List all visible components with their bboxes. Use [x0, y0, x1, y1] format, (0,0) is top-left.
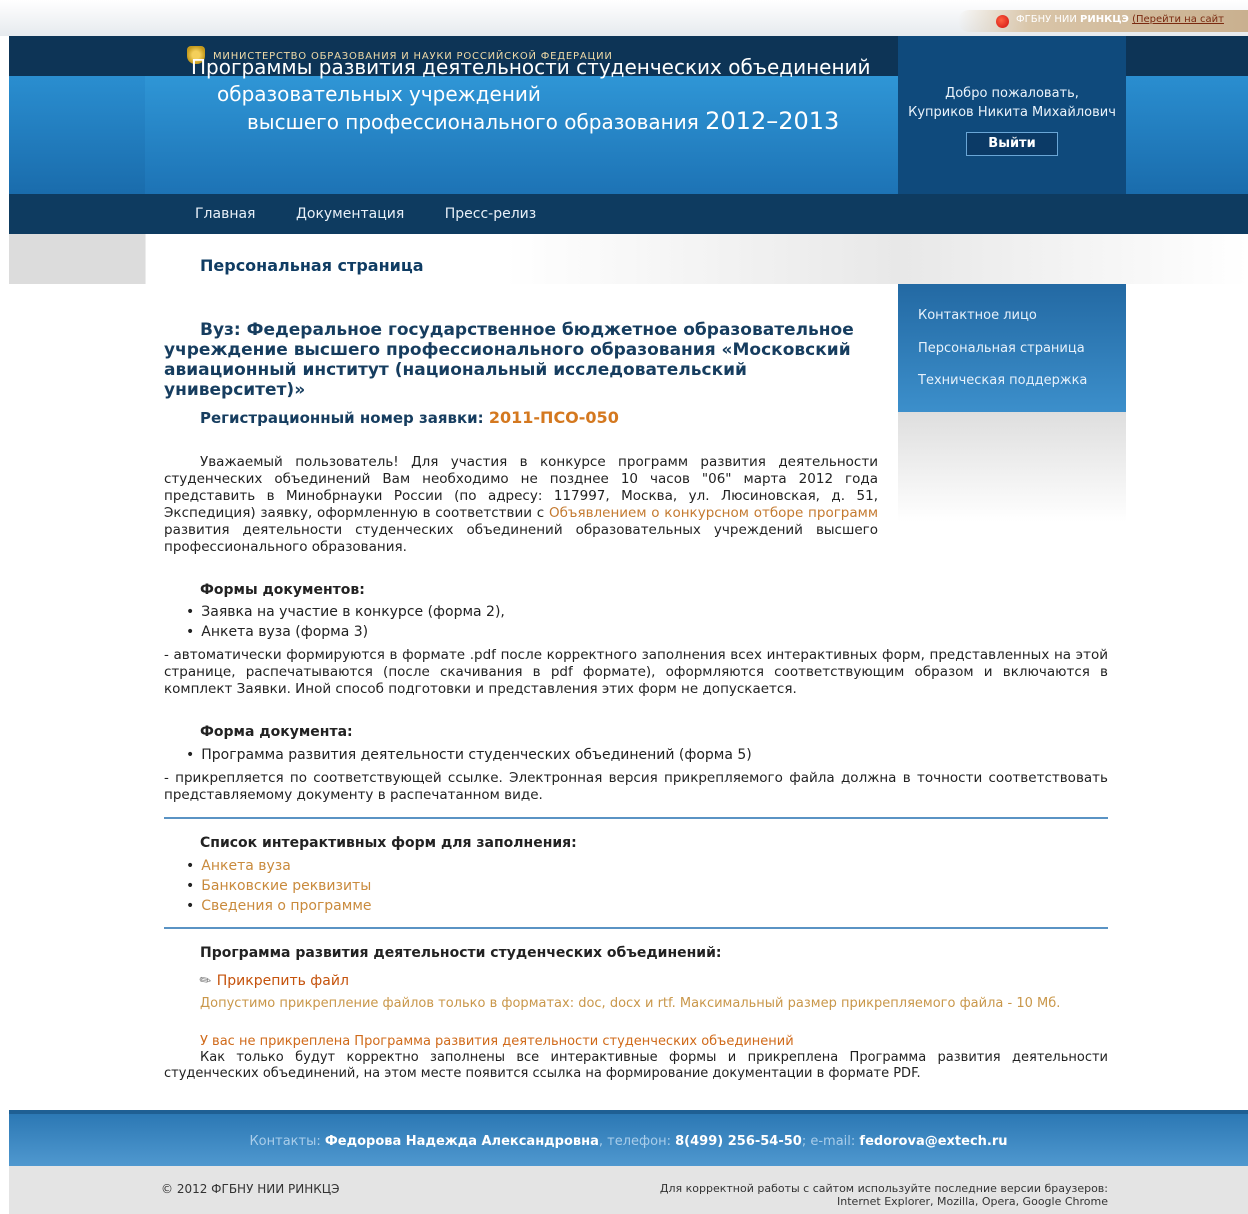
forms-note: - автоматически формируются в формате .p… — [164, 647, 1108, 697]
attach-note: Допустимо прикрепление файлов только в ф… — [200, 996, 1061, 1011]
side-menu: Контактное лицо Персональная страница Те… — [898, 284, 1126, 412]
attach-warning: У вас не прикреплена Программа развития … — [200, 1034, 794, 1049]
list-item: Программа развития деятельности студенче… — [186, 745, 752, 765]
logout-button[interactable]: Выйти — [966, 132, 1058, 156]
contact-phone: 8(499) 256-54-50 — [675, 1134, 802, 1149]
side-menu-personal-page[interactable]: Персональная страница — [918, 341, 1085, 356]
browser-note-line1: Для корректной работы с сайтом используй… — [659, 1182, 1108, 1195]
footer-contacts-bar: Контакты: Федорова Надежда Александровна… — [9, 1110, 1248, 1166]
footer-bottom: © 2012 ФГБНУ НИИ РИНКЦЭ Для корректной р… — [9, 1166, 1248, 1214]
contact-email[interactable]: fedorova@extech.ru — [859, 1134, 1007, 1149]
contact-name: Федорова Надежда Александровна — [324, 1134, 599, 1149]
institute-link-bar: ФГБНУ НИИ РИНКЦЭ (Перейти на сайт — [958, 10, 1248, 32]
intro-text-after: развития деятельности студенческих объед… — [164, 522, 878, 555]
site-title-line1: Программы развития деятельности студенче… — [191, 55, 871, 79]
site-title-line2: образовательных учреждений — [217, 82, 541, 106]
registration-label: Регистрационный номер заявки: — [200, 409, 484, 427]
nav-item-home[interactable]: Главная — [195, 206, 255, 222]
attach-file-button[interactable]: ✎Прикрепить файл — [196, 971, 349, 991]
registration-value: 2011-ПСО-050 — [488, 408, 619, 427]
link-bank-details[interactable]: Банковские реквизиты — [186, 876, 372, 896]
program-heading: Программа развития деятельности студенче… — [200, 945, 722, 961]
page-title-bar: Персональная страница — [9, 234, 1248, 284]
institute-name-bold: РИНКЦЭ — [1080, 14, 1129, 25]
browser-note-line2: Internet Explorer, Mozilla, Opera, Googl… — [837, 1195, 1108, 1208]
final-note: Как только будут корректно заполнены все… — [164, 1050, 1108, 1081]
link-program-info[interactable]: Сведения о программе — [186, 896, 371, 916]
phone-label: , телефон: — [598, 1134, 671, 1149]
divider — [164, 817, 1108, 819]
interactive-forms-list: Анкета вуза Банковские реквизиты Сведени… — [186, 856, 372, 916]
nav-bar: Главная Документация Пресс-релиз — [9, 194, 1248, 234]
divider — [164, 927, 1108, 929]
title-bar-left — [9, 234, 145, 284]
paperclip-icon: ✎ — [196, 971, 216, 991]
form-note: - прикрепляется по соответствующей ссылк… — [164, 770, 1108, 803]
copyright: © 2012 ФГБНУ НИИ РИНКЦЭ — [161, 1182, 340, 1196]
side-menu-fade — [898, 412, 1126, 522]
welcome-text: Добро пожаловать, Куприков Никита Михайл… — [898, 84, 1126, 122]
institute-logo-icon — [996, 15, 1009, 28]
side-menu-tech-support[interactable]: Техническая поддержка — [918, 373, 1087, 388]
announcement-link[interactable]: Объявлением о конкурсном отборе программ — [549, 505, 878, 521]
top-strip: ФГБНУ НИИ РИНКЦЭ (Перейти на сайт — [0, 0, 1248, 36]
list-item: Анкета вуза (форма 3) — [186, 622, 505, 642]
intro-paragraph: Уважаемый пользователь! Для участия в ко… — [164, 454, 878, 556]
institute-name: ФГБНУ НИИ — [1016, 14, 1077, 25]
form-heading: Форма документа: — [200, 724, 353, 740]
site-title-line3-text: высшего профессионального образования — [247, 110, 699, 134]
user-name: Куприков Никита Михайлович — [908, 105, 1116, 120]
site-title-years: 2012–2013 — [705, 107, 840, 135]
welcome-greeting: Добро пожаловать, — [945, 86, 1079, 101]
nav-item-documentation[interactable]: Документация — [296, 206, 404, 222]
go-to-site-link[interactable]: (Перейти на сайт — [1132, 14, 1224, 25]
registration-number: Регистрационный номер заявки: 2011-ПСО-0… — [200, 408, 619, 427]
forms-heading: Формы документов: — [200, 582, 365, 598]
attach-file-label: Прикрепить файл — [216, 973, 349, 989]
side-menu-contact-person[interactable]: Контактное лицо — [918, 308, 1037, 323]
contacts-label: Контакты: — [249, 1134, 321, 1149]
main-nav: Главная Документация Пресс-релиз — [195, 206, 572, 222]
form-list: Программа развития деятельности студенче… — [186, 745, 752, 765]
email-label: ; e-mail: — [801, 1134, 856, 1149]
forms-list: Заявка на участие в конкурсе (форма 2), … — [186, 602, 505, 642]
contacts-line: Контакты: Федорова Надежда Александровна… — [9, 1134, 1248, 1149]
university-name: Вуз: Федеральное государственное бюджетн… — [164, 320, 854, 400]
list-item: Заявка на участие в конкурсе (форма 2), — [186, 602, 505, 622]
page-title: Персональная страница — [200, 256, 424, 275]
interactive-forms-heading: Список интерактивных форм для заполнения… — [200, 835, 577, 851]
link-university-profile[interactable]: Анкета вуза — [186, 856, 372, 876]
site-title: Программы развития деятельности студенче… — [191, 54, 871, 136]
browser-note: Для корректной работы с сайтом используй… — [660, 1182, 1108, 1208]
nav-item-press-release[interactable]: Пресс-релиз — [445, 206, 536, 222]
site-header: МИНИСТЕРСТВО ОБРАЗОВАНИЯ И НАУКИ РОССИЙС… — [9, 36, 1248, 234]
site-title-line3: высшего профессионального образования 20… — [191, 108, 871, 136]
